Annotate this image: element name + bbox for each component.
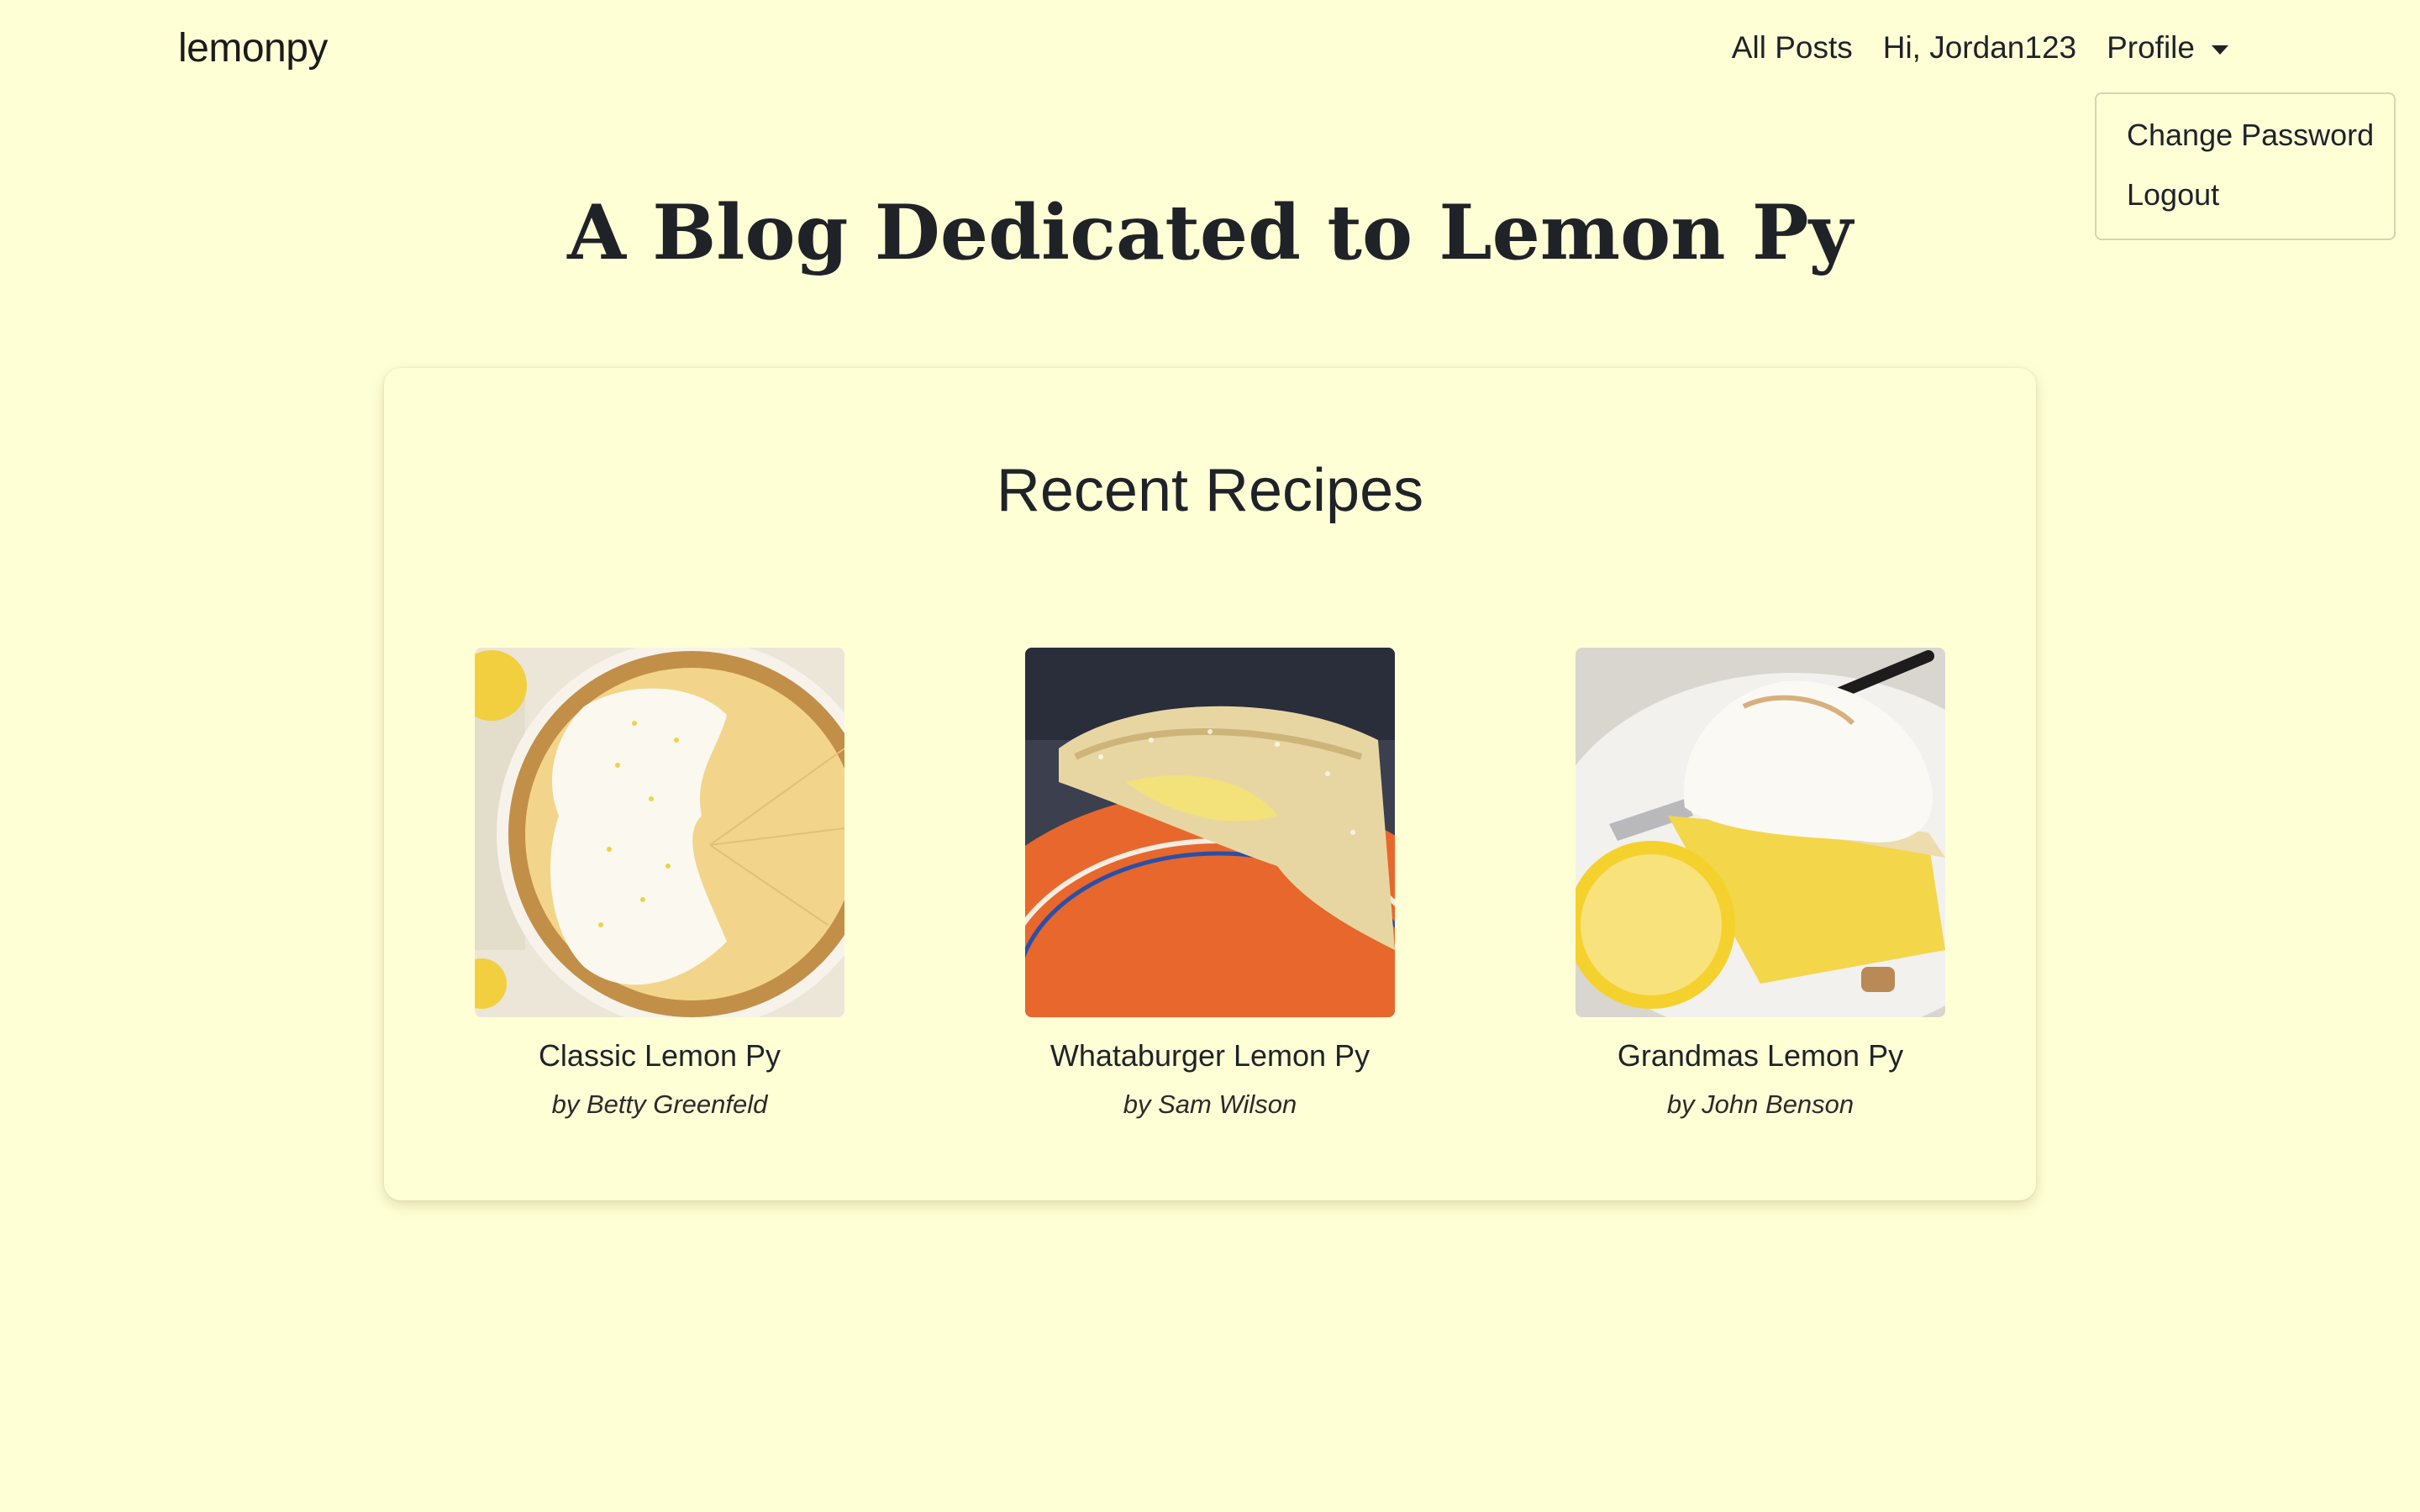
recent-recipes-card: Recent Recipes Classic Lemon Py by Betty… bbox=[384, 368, 2036, 1200]
nav-greeting[interactable]: Hi, Jordan123 bbox=[1883, 30, 2076, 66]
page-title: A Blog Dedicated to Lemon Py bbox=[567, 188, 1853, 277]
recipe-author: by John Benson bbox=[1666, 1089, 1854, 1119]
recipe-image-whataburger[interactable] bbox=[1025, 648, 1395, 1017]
recipe-author: by Sam Wilson bbox=[1123, 1089, 1297, 1119]
recipe-title[interactable]: Grandmas Lemon Py bbox=[1485, 1038, 2036, 1074]
recipe-title[interactable]: Classic Lemon Py bbox=[384, 1038, 935, 1074]
recent-recipes-heading: Recent Recipes bbox=[996, 457, 1424, 524]
classic-lemon-pie-photo bbox=[475, 648, 844, 1017]
navbar: lemonpy All Posts Hi, Jordan123 Profile bbox=[0, 0, 2420, 105]
nav-all-posts[interactable]: All Posts bbox=[1732, 30, 1853, 66]
recipe-author: by Betty Greenfeld bbox=[551, 1089, 768, 1119]
profile-label: Profile bbox=[2107, 30, 2195, 65]
recipe-image-classic[interactable] bbox=[475, 648, 844, 1017]
recipe-title[interactable]: Whataburger Lemon Py bbox=[934, 1038, 1486, 1074]
profile-dropdown-toggle[interactable]: Profile bbox=[2107, 30, 2228, 66]
change-password-item[interactable]: Change Password bbox=[2127, 118, 2374, 153]
caret-down-icon bbox=[2212, 45, 2228, 55]
recipe-card-classic[interactable]: Classic Lemon Py by Betty Greenfeld bbox=[384, 648, 935, 1120]
lemon-meringue-pie-photo bbox=[1576, 648, 1945, 1017]
recipe-image-grandmas[interactable] bbox=[1576, 648, 1945, 1017]
nav-links: All Posts Hi, Jordan123 Profile bbox=[1702, 30, 2228, 66]
recipe-card-grandmas[interactable]: Grandmas Lemon Py by John Benson bbox=[1485, 648, 2036, 1120]
fried-lemon-pie-photo bbox=[1025, 648, 1395, 1017]
brand-logo[interactable]: lemonpy bbox=[178, 25, 328, 71]
recipe-card-whataburger[interactable]: Whataburger Lemon Py by Sam Wilson bbox=[934, 648, 1486, 1120]
